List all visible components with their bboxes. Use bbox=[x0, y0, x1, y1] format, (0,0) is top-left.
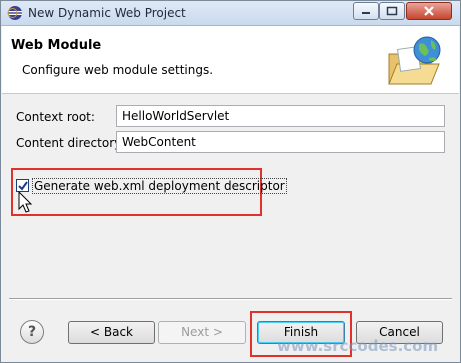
web-folder-globe-icon bbox=[388, 36, 441, 85]
minimize-icon bbox=[362, 12, 370, 14]
checkmark-icon bbox=[18, 181, 28, 191]
content-directory-input[interactable]: WebContent bbox=[116, 131, 445, 153]
eclipse-app-icon bbox=[7, 6, 22, 20]
minimize-button[interactable] bbox=[353, 2, 379, 20]
watermark: www.srccodes.com bbox=[277, 337, 439, 355]
context-root-input[interactable]: HelloWorldServlet bbox=[116, 105, 445, 127]
next-button-label: Next > bbox=[181, 325, 223, 339]
window-title: New Dynamic Web Project bbox=[28, 6, 186, 20]
content-directory-label: Content directory: bbox=[16, 136, 125, 150]
generate-web-xml-label[interactable]: Generate web.xml deployment descriptor bbox=[32, 178, 287, 194]
button-bar-separator bbox=[9, 298, 452, 300]
mouse-cursor-icon bbox=[18, 191, 33, 213]
maximize-button[interactable] bbox=[379, 2, 405, 20]
title-bar[interactable]: New Dynamic Web Project bbox=[1, 1, 460, 26]
close-button[interactable] bbox=[406, 2, 452, 20]
close-icon bbox=[424, 6, 434, 16]
page-description: Configure web module settings. bbox=[22, 63, 214, 77]
next-button[interactable]: Next > bbox=[158, 321, 246, 344]
back-button-label: < Back bbox=[89, 325, 133, 339]
maximize-icon bbox=[386, 6, 398, 16]
help-button[interactable]: ? bbox=[20, 320, 44, 344]
wizard-window: New Dynamic Web Project Web Module Confi… bbox=[0, 0, 461, 363]
back-button[interactable]: < Back bbox=[68, 321, 155, 344]
wizard-header: Web Module Configure web module settings… bbox=[2, 26, 459, 94]
context-root-label: Context root: bbox=[16, 110, 95, 124]
page-title: Web Module bbox=[11, 38, 102, 53]
